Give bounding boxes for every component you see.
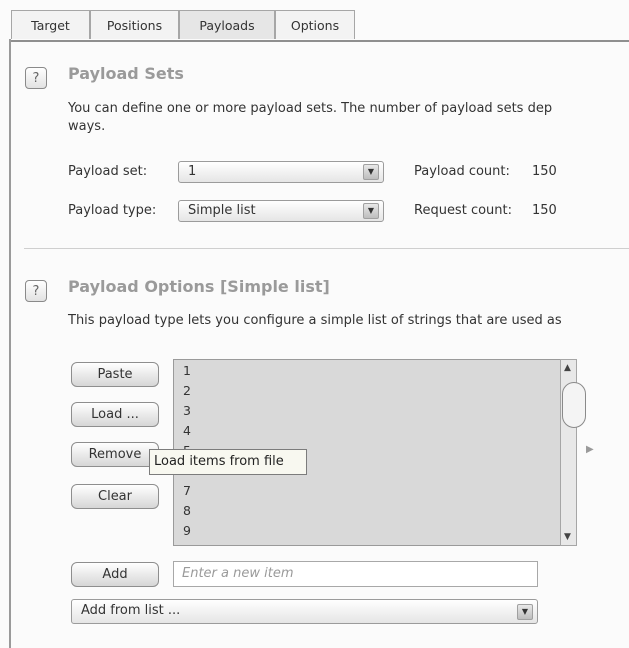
- help-icon-payload-options[interactable]: ?: [25, 280, 47, 302]
- list-item[interactable]: 8: [183, 503, 191, 518]
- scroll-thumb[interactable]: [562, 382, 586, 428]
- list-item[interactable]: 2: [183, 383, 191, 398]
- list-item[interactable]: 3: [183, 403, 191, 418]
- down-arrow-icon[interactable]: ▼: [564, 532, 571, 542]
- payload-count-label: Payload count:: [414, 164, 510, 179]
- payload-sets-desc-line1: You can define one or more payload sets.…: [68, 101, 553, 116]
- help-icon-payload-sets[interactable]: ?: [25, 67, 47, 89]
- tab-target[interactable]: Target: [11, 10, 90, 39]
- tab-bar: Target Positions Payloads Options: [11, 10, 629, 42]
- payload-options-title: Payload Options [Simple list]: [68, 277, 330, 296]
- tab-positions[interactable]: Positions: [90, 10, 179, 39]
- add-from-list-select[interactable]: Add from list ... ▼: [71, 599, 538, 624]
- new-item-input[interactable]: Enter a new item: [173, 561, 538, 587]
- add-button[interactable]: Add: [71, 562, 159, 587]
- payload-sets-title: Payload Sets: [68, 64, 184, 83]
- chevron-down-icon: ▼: [363, 164, 379, 180]
- tab-payloads[interactable]: Payloads: [179, 10, 275, 39]
- payload-count-value: 150: [532, 164, 557, 179]
- list-scrollbar[interactable]: ▲ ▼: [560, 359, 586, 546]
- payload-type-select[interactable]: Simple list ▼: [178, 200, 384, 222]
- payload-sets-desc-line2: ways.: [68, 119, 106, 134]
- list-item[interactable]: 7: [183, 483, 191, 498]
- up-arrow-icon[interactable]: ▲: [564, 363, 571, 373]
- chevron-down-icon: ▼: [363, 203, 379, 219]
- right-triangle-icon: ▶: [586, 444, 594, 455]
- payload-type-value: Simple list: [188, 203, 256, 218]
- tab-options[interactable]: Options: [275, 10, 355, 39]
- payload-set-label: Payload set:: [68, 164, 148, 179]
- payload-type-label: Payload type:: [68, 203, 157, 218]
- load-tooltip: Load items from file: [149, 449, 307, 475]
- paste-button[interactable]: Paste: [71, 362, 159, 387]
- list-item[interactable]: 9: [183, 523, 191, 538]
- request-count-label: Request count:: [414, 203, 512, 218]
- list-item[interactable]: 4: [183, 423, 191, 438]
- request-count-value: 150: [532, 203, 557, 218]
- clear-button[interactable]: Clear: [71, 484, 159, 509]
- add-from-list-value: Add from list ...: [81, 603, 181, 618]
- load-button[interactable]: Load ...: [71, 402, 159, 427]
- payload-set-select[interactable]: 1 ▼: [178, 161, 384, 183]
- list-item[interactable]: 1: [183, 363, 191, 378]
- section-divider: [24, 248, 629, 249]
- remove-button[interactable]: Remove: [71, 442, 159, 467]
- chevron-down-icon: ▼: [517, 604, 533, 620]
- panel-border: [9, 39, 11, 648]
- payload-options-desc: This payload type lets you configure a s…: [68, 313, 562, 328]
- payload-set-value: 1: [188, 164, 197, 179]
